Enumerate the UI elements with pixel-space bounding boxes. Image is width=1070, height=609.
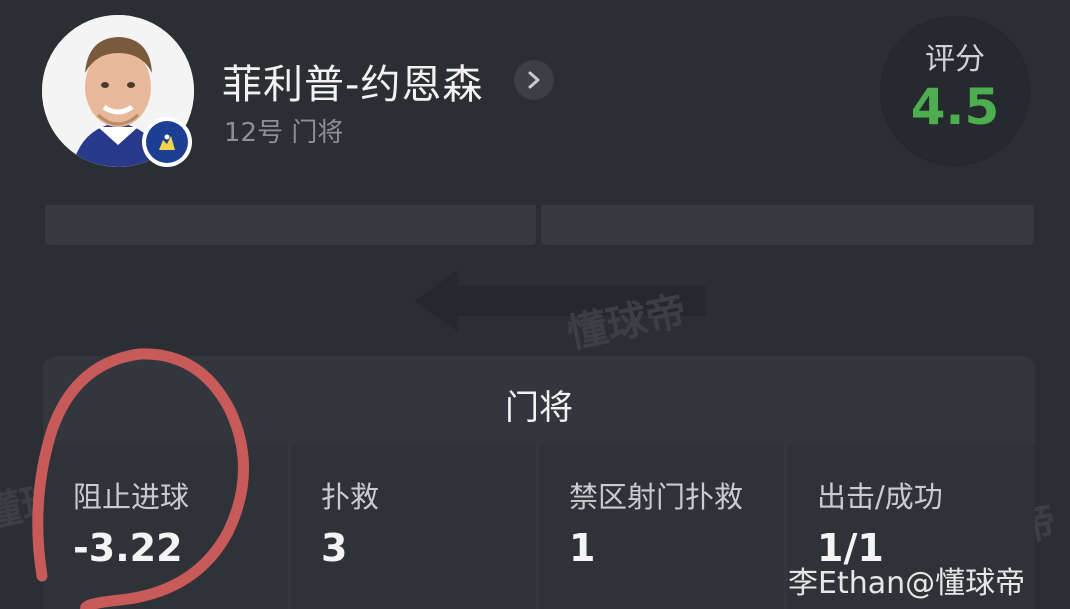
stat-value: 3 [321,526,348,570]
stat-value: 1 [569,526,596,570]
player-subtitle: 12号 门将 [224,118,344,148]
stat-label: 扑救 [321,480,380,514]
chelsea-badge-icon [142,117,192,167]
chevron-right-icon[interactable] [514,60,554,100]
credit-text: 李Ethan@懂球帝 [788,566,1026,601]
rating-label: 评分 [925,42,985,77]
stat-label: 阻止进球 [73,480,190,514]
stat-value: -3.22 [73,526,183,570]
player-name[interactable]: 菲利普-约恩森 [222,52,483,110]
stat-bar-right [541,205,1034,245]
stat-cell: 扑救 3 [291,444,536,609]
stat-cell: 禁区射门扑救 1 [539,444,784,609]
stat-label: 禁区射门扑救 [569,480,744,514]
stat-bar-left [45,205,536,245]
stats-section-title: 门将 [505,388,573,428]
stat-label: 出击/成功 [817,480,943,514]
stat-cell: 阻止进球 -3.22 [43,444,288,609]
rating-value: 4.5 [910,78,1000,136]
